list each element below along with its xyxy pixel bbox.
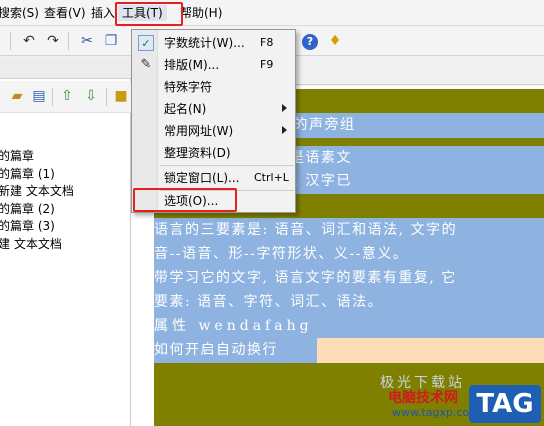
menu-view[interactable]: 查看(V)	[44, 5, 86, 21]
toolbar-separator	[52, 88, 53, 106]
editor-line: 语言的三要素是: 语音、词汇和语法, 文字的	[154, 222, 458, 238]
open-folder-icon[interactable]: ▰	[8, 87, 26, 105]
menu-item-label: 特殊字符	[164, 80, 213, 94]
tree-item[interactable]: 的篇章 (3)	[0, 218, 55, 234]
editor-line: 音--语音、形--字符形状、义--意义。	[154, 246, 409, 262]
menu-item-shortcut: Ctrl+L	[254, 171, 289, 184]
editor-line: 如何开启自动换行	[154, 342, 278, 358]
menu-insert[interactable]: 插入	[91, 5, 115, 21]
editor-line: 带学习它的文字, 语言文字的要素有重复, 它	[154, 270, 457, 286]
menu-item-special-chars[interactable]: 特殊字符	[133, 76, 294, 98]
menu-bar: 搜索(S) 查看(V) 插入 工具(T) 帮助(H)	[0, 0, 544, 26]
menu-item-label: 排版(M)...	[164, 58, 220, 72]
highlight-options-item	[133, 188, 237, 212]
watermark-url: www.tagxp.com	[392, 406, 480, 419]
left-panel-toolbar: ▰ ▤ ⇧ ⇩ ■	[0, 81, 131, 113]
toolbar-separator	[106, 88, 107, 106]
move-up-icon[interactable]: ⇧	[58, 87, 76, 105]
watermark-title: 电脑技术网	[388, 390, 458, 406]
menu-item-organize[interactable]: 整理资料(D)	[133, 142, 294, 164]
tree-item[interactable]: 新建 文本文档	[0, 183, 74, 199]
cut-icon[interactable]: ✂	[78, 32, 96, 50]
help-icon[interactable]: ?	[302, 34, 318, 50]
move-down-icon[interactable]: ⇩	[82, 87, 100, 105]
word-count-icon: ✓	[138, 35, 154, 51]
menu-item-lock-window[interactable]: 锁定窗口(L)... Ctrl+L	[133, 167, 294, 189]
editor-line: 属性 wendafahg	[154, 318, 313, 334]
typeset-icon: ✎	[140, 57, 152, 72]
editor-line: 要素: 语音、字符、词汇、语法。	[154, 294, 384, 310]
copy-icon[interactable]: ❐	[102, 32, 120, 50]
submenu-arrow-icon	[282, 104, 287, 112]
left-file-panel: ▰ ▤ ⇧ ⇩ ■ 的篇章 的篇章 (1) 新建 文本文档 的篇章 (2) 的篇…	[0, 57, 131, 426]
menu-item-label: 字数统计(W)...	[164, 36, 245, 50]
redo-icon[interactable]: ↷	[44, 32, 62, 50]
left-panel-tab	[0, 57, 131, 79]
lock-icon[interactable]: ■	[112, 87, 130, 105]
menu-item-word-count[interactable]: ✓ 字数统计(W)... F8	[133, 32, 294, 54]
menu-item-shortcut: F8	[260, 36, 274, 49]
toolbar-separator	[68, 32, 69, 50]
menu-search[interactable]: 搜索(S)	[0, 5, 39, 21]
current-line-highlight	[317, 338, 544, 363]
menu-item-label: 起名(N)	[164, 102, 207, 116]
undo-icon[interactable]: ↶	[20, 32, 38, 50]
tree-item[interactable]: 的篇章 (2)	[0, 201, 55, 217]
tree-item[interactable]: 的篇章 (1)	[0, 166, 55, 182]
menu-item-naming[interactable]: 起名(N)	[133, 98, 294, 120]
toolbar-separator	[10, 32, 11, 50]
menu-item-typeset[interactable]: ✎ 排版(M)... F9	[133, 54, 294, 76]
tools-dropdown-menu: ✓ 字数统计(W)... F8 ✎ 排版(M)... F9 特殊字符 起名(N)…	[131, 29, 296, 213]
menu-help[interactable]: 帮助(H)	[180, 5, 222, 21]
highlight-tools-menu	[115, 2, 183, 26]
menu-item-label: 常用网址(W)	[164, 124, 234, 138]
tip-icon[interactable]: ♦	[326, 32, 344, 50]
document-icon[interactable]: ▤	[30, 87, 48, 105]
watermark-logo: TAG	[469, 385, 541, 423]
tree-item[interactable]: 的篇章	[0, 148, 34, 164]
menu-item-label: 整理资料(D)	[164, 146, 231, 160]
tree-item[interactable]: 建 文本文档	[0, 236, 62, 252]
menu-item-common-urls[interactable]: 常用网址(W)	[133, 120, 294, 142]
menu-item-label: 锁定窗口(L)...	[164, 171, 240, 185]
menu-item-shortcut: F9	[260, 58, 274, 71]
submenu-arrow-icon	[282, 126, 287, 134]
menu-separator	[160, 165, 294, 166]
